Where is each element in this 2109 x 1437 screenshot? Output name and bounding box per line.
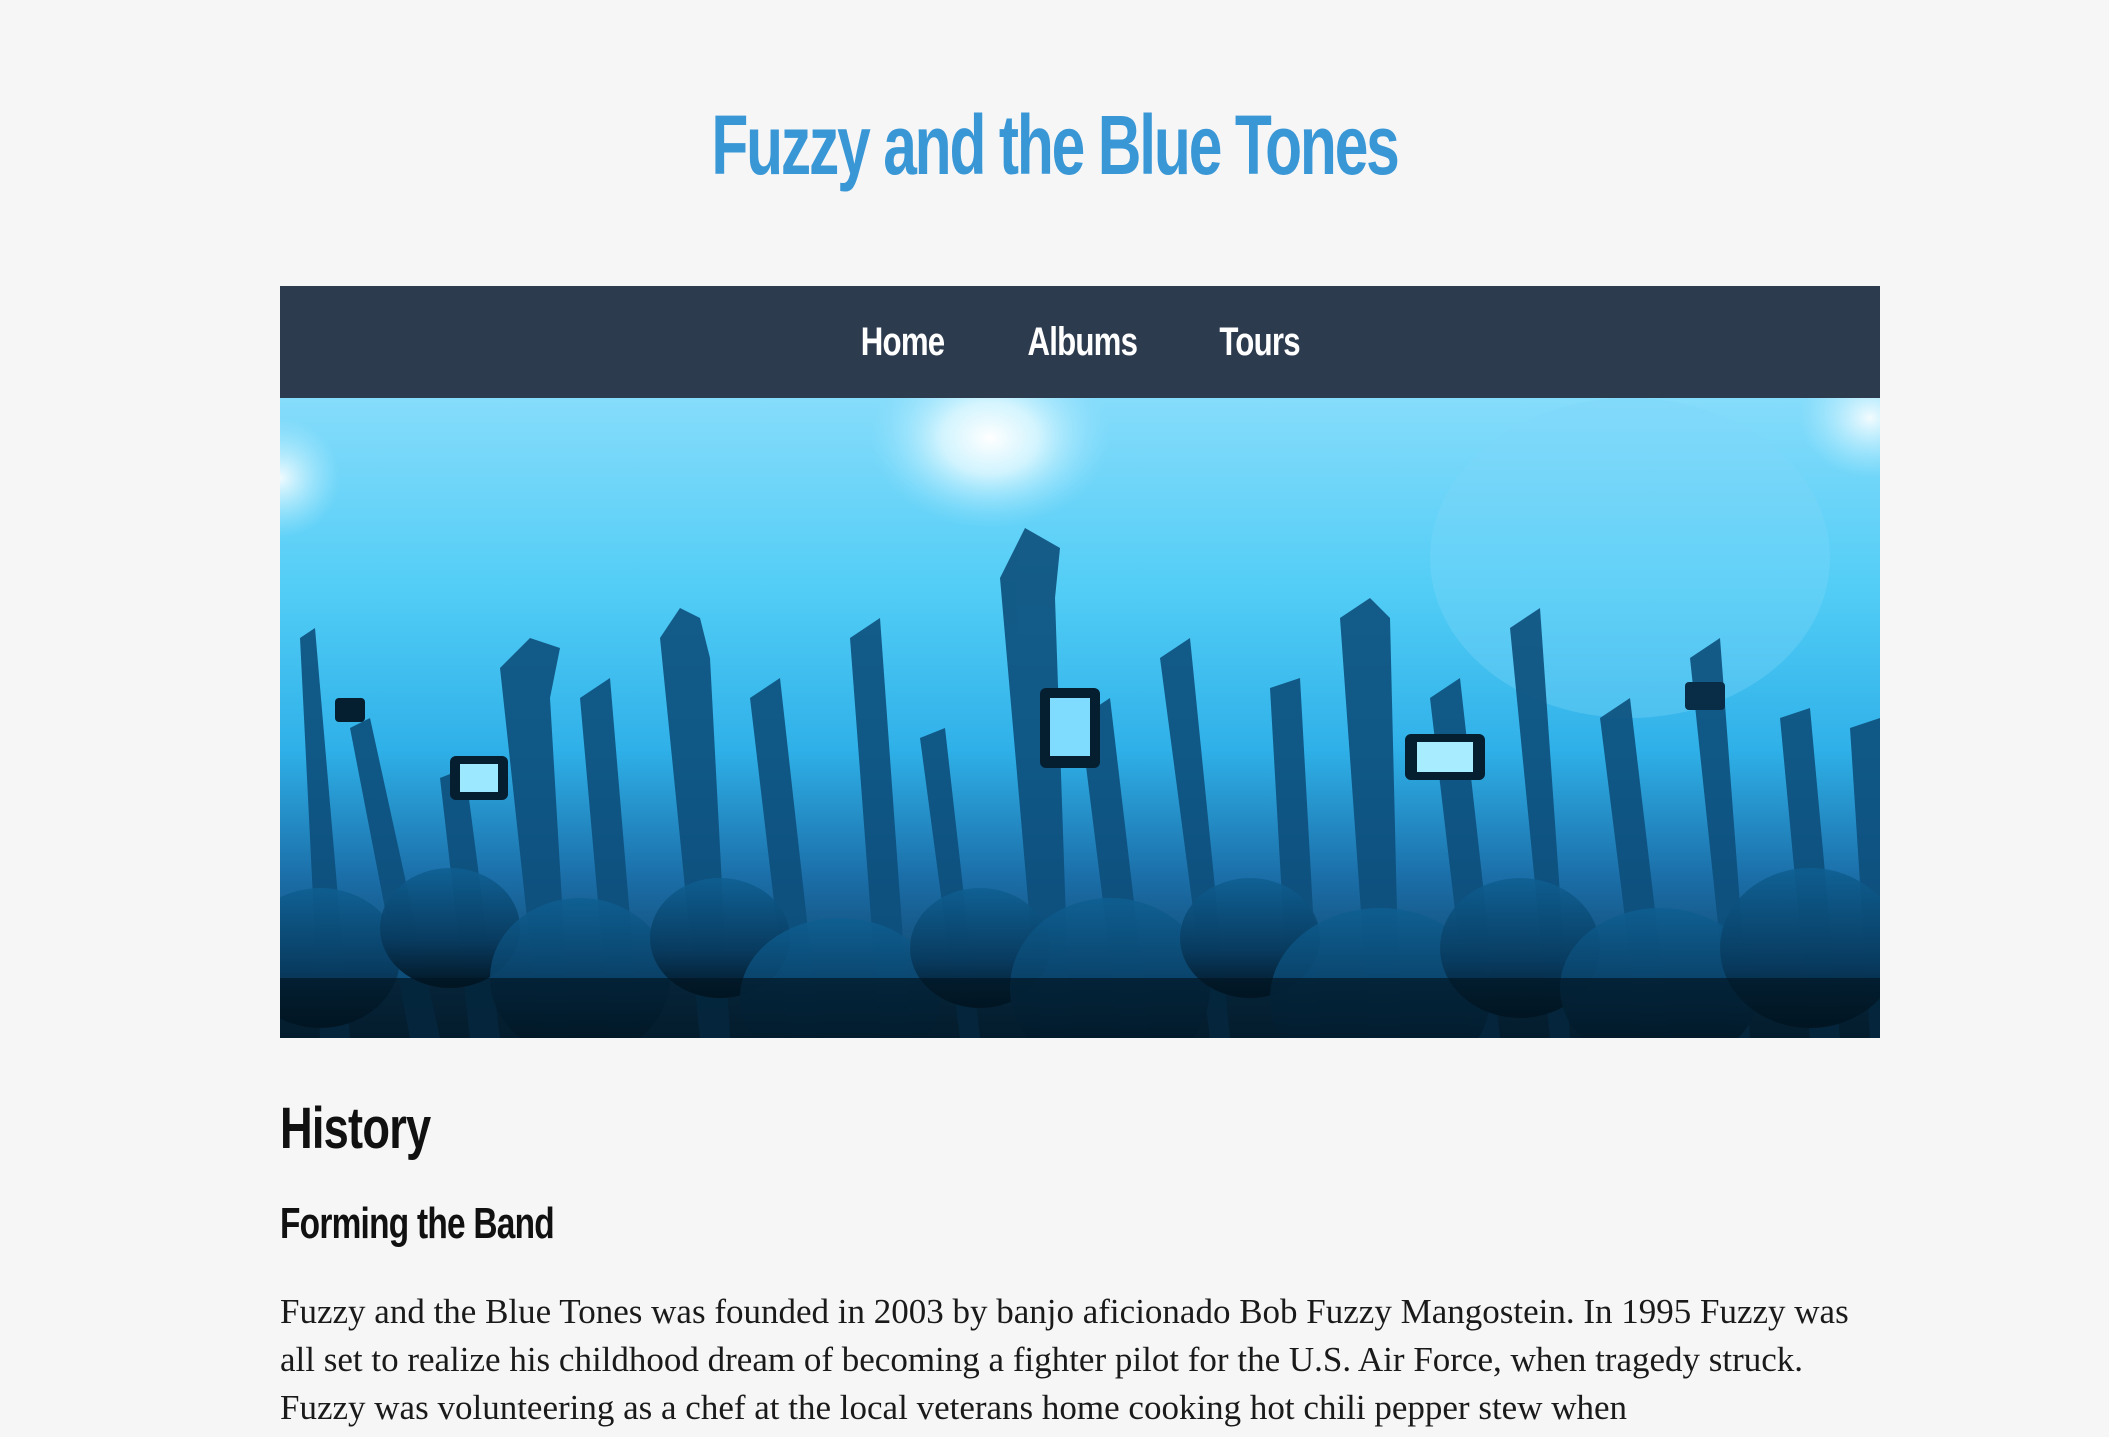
hero-image [280,398,1880,1038]
subsection-heading-forming: Forming the Band [280,1199,555,1248]
site-title: Fuzzy and the Blue Tones [711,98,1399,192]
stage-light [870,398,1110,528]
crowd-shadow [280,978,1880,1038]
stage-light [280,418,340,538]
main-container: Home Albums Tours History Forming the Ba… [280,286,1880,1427]
history-paragraph: Fuzzy and the Blue Tones was founded in … [280,1292,1849,1427]
concert-crowd-illustration [280,398,1880,1038]
nav-item-home[interactable]: Home [860,320,944,365]
main-navbar: Home Albums Tours [280,286,1880,398]
nav-item-albums[interactable]: Albums [1027,320,1138,365]
nav-item-tours[interactable]: Tours [1220,320,1301,365]
performer-silhouette [1430,398,1830,718]
section-heading-history: History [280,1096,431,1161]
stage-light [1800,398,1880,478]
